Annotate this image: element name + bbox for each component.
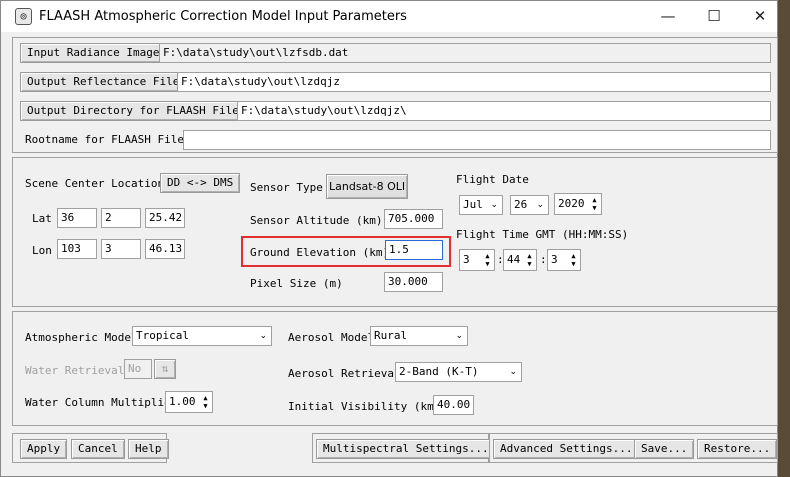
aerosol-retrieval-select[interactable]: 2-Band (K-T) ⌄ [395, 362, 522, 382]
desktop-background [776, 0, 790, 477]
spin-arrows-icon[interactable]: ▲ ▼ [201, 394, 210, 410]
scene-center-label: Scene Center Location [25, 177, 165, 190]
arrow-down-icon[interactable]: ▼ [527, 260, 531, 268]
lon-minutes-field[interactable]: 3 [101, 239, 141, 259]
app-icon: ◎ [15, 8, 32, 25]
chevron-down-icon: ⌄ [509, 367, 517, 377]
settings-button-group: Advanced Settings... Save... Restore... [489, 433, 778, 463]
arrow-down-icon[interactable]: ▼ [203, 402, 207, 410]
water-retrieval-toggle-icon: ⇅ [154, 359, 176, 379]
flight-minute-value: 44 [507, 253, 521, 266]
water-column-spinner[interactable]: 1.00 ▲ ▼ [165, 391, 213, 413]
flight-year-value: 2020 [558, 197, 585, 210]
advanced-settings-button[interactable]: Advanced Settings... [493, 439, 640, 459]
lon-degrees-field[interactable]: 103 [57, 239, 97, 259]
arrow-up-icon[interactable]: ▲ [485, 252, 489, 260]
action-button-group: Apply Cancel Help [12, 433, 169, 463]
flight-date-label: Flight Date [456, 173, 529, 186]
flight-hour-spinner[interactable]: 3 ▲ ▼ [459, 249, 495, 271]
multispectral-group: Multispectral Settings... [312, 433, 496, 463]
flight-month-value: Jul [463, 198, 483, 211]
initial-visibility-label: Initial Visibility (km) [288, 400, 441, 413]
model-panel: Atmospheric Model Tropical ⌄ Water Retri… [12, 311, 778, 426]
lon-label: Lon [32, 244, 52, 257]
maximize-icon[interactable]: ☐ [691, 5, 737, 29]
arrow-down-icon[interactable]: ▼ [592, 204, 596, 212]
scene-panel: Scene Center Location DD <-> DMS Lat 36 … [12, 157, 778, 307]
lon-seconds-field[interactable]: 46.13 [145, 239, 185, 259]
flight-year-spinner[interactable]: 2020 ▲ ▼ [554, 193, 602, 215]
output-directory-button[interactable]: Output Directory for FLAASH Files [20, 101, 253, 121]
lat-label: Lat [32, 212, 52, 225]
flight-time-label: Flight Time GMT (HH:MM:SS) [456, 228, 629, 241]
arrow-up-icon[interactable]: ▲ [571, 252, 575, 260]
chevron-down-icon: ⌄ [490, 200, 498, 210]
close-icon[interactable]: ✕ [737, 5, 783, 29]
chevron-down-icon: ⌄ [455, 331, 463, 341]
arrow-down-icon[interactable]: ▼ [485, 260, 489, 268]
output-reflectance-button[interactable]: Output Reflectance File [20, 72, 187, 92]
initial-visibility-field[interactable]: 40.00 [433, 395, 474, 415]
dd-dms-button[interactable]: DD <-> DMS [160, 173, 241, 193]
sensor-altitude-label: Sensor Altitude (km) [250, 214, 383, 227]
input-radiance-button[interactable]: Input Radiance Image [20, 43, 167, 63]
water-column-label: Water Column Multiplier [25, 396, 178, 409]
rootname-label: Rootname for FLAASH Files [25, 133, 191, 146]
aerosol-retrieval-value: 2-Band (K-T) [399, 365, 479, 378]
ground-elevation-highlight [241, 236, 451, 267]
atmospheric-model-label: Atmospheric Model [25, 331, 138, 344]
spin-arrows-icon[interactable]: ▲ ▼ [569, 252, 578, 268]
pixel-size-field[interactable]: 30.000 [384, 272, 443, 292]
chevron-down-icon: ⌄ [536, 200, 544, 210]
aerosol-model-label: Aerosol Model [288, 331, 375, 344]
atmospheric-model-select[interactable]: Tropical ⌄ [132, 326, 272, 346]
sensor-altitude-field[interactable]: 705.000 [384, 209, 443, 229]
spin-arrows-icon[interactable]: ▲ ▼ [590, 196, 599, 212]
aerosol-retrieval-label: Aerosol Retrieval [288, 367, 401, 380]
save-button[interactable]: Save... [634, 439, 695, 459]
flight-day-value: 26 [514, 198, 528, 211]
water-column-value: 1.00 [169, 395, 196, 408]
aerosol-model-value: Rural [374, 329, 408, 342]
arrow-down-icon[interactable]: ▼ [571, 260, 575, 268]
apply-button[interactable]: Apply [20, 439, 68, 459]
flight-minute-spinner[interactable]: 44 ▲ ▼ [503, 249, 537, 271]
atmospheric-model-value: Tropical [136, 329, 189, 342]
output-directory-field[interactable]: F:\data\study\out\lzdqjz\ [237, 101, 771, 121]
flight-second-value: 3 [551, 253, 558, 266]
cancel-button[interactable]: Cancel [71, 439, 125, 459]
water-retrieval-label: Water Retrieval [25, 364, 125, 377]
restore-button[interactable]: Restore... [697, 439, 778, 459]
lat-seconds-field[interactable]: 25.42 [145, 208, 185, 228]
arrow-up-icon[interactable]: ▲ [203, 394, 207, 402]
rootname-field[interactable] [183, 130, 771, 150]
input-radiance-field[interactable]: F:\data\study\out\lzfsdb.dat [159, 43, 771, 63]
output-reflectance-field[interactable]: F:\data\study\out\lzdqjz [177, 72, 771, 92]
flight-second-spinner[interactable]: 3 ▲ ▼ [547, 249, 581, 271]
title-bar: ◎ FLAASH Atmospheric Correction Model In… [1, 1, 777, 32]
spin-arrows-icon[interactable]: ▲ ▼ [483, 252, 492, 268]
aerosol-model-select[interactable]: Rural ⌄ [370, 326, 468, 346]
water-retrieval-field: No [124, 359, 152, 379]
flight-hour-value: 3 [463, 253, 470, 266]
file-panel: Input Radiance Image F:\data\study\out\l… [12, 37, 778, 153]
lat-minutes-field[interactable]: 2 [101, 208, 141, 228]
minimize-icon[interactable]: — [645, 5, 691, 29]
flaash-dialog: ◎ FLAASH Atmospheric Correction Model In… [0, 0, 778, 477]
chevron-down-icon: ⌄ [259, 331, 267, 341]
arrow-up-icon[interactable]: ▲ [527, 252, 531, 260]
time-separator: : [540, 253, 547, 266]
pixel-size-label: Pixel Size (m) [250, 277, 343, 290]
sensor-type-button[interactable]: Landsat-8 OLI [326, 174, 408, 199]
flight-month-select[interactable]: Jul ⌄ [459, 195, 503, 215]
lat-degrees-field[interactable]: 36 [57, 208, 97, 228]
help-button[interactable]: Help [128, 439, 169, 459]
window-title: FLAASH Atmospheric Correction Model Inpu… [39, 9, 407, 24]
flight-day-select[interactable]: 26 ⌄ [510, 195, 549, 215]
spin-arrows-icon[interactable]: ▲ ▼ [525, 252, 534, 268]
sensor-type-label: Sensor Type [250, 181, 323, 194]
multispectral-settings-button[interactable]: Multispectral Settings... [316, 439, 496, 459]
arrow-up-icon[interactable]: ▲ [592, 196, 596, 204]
